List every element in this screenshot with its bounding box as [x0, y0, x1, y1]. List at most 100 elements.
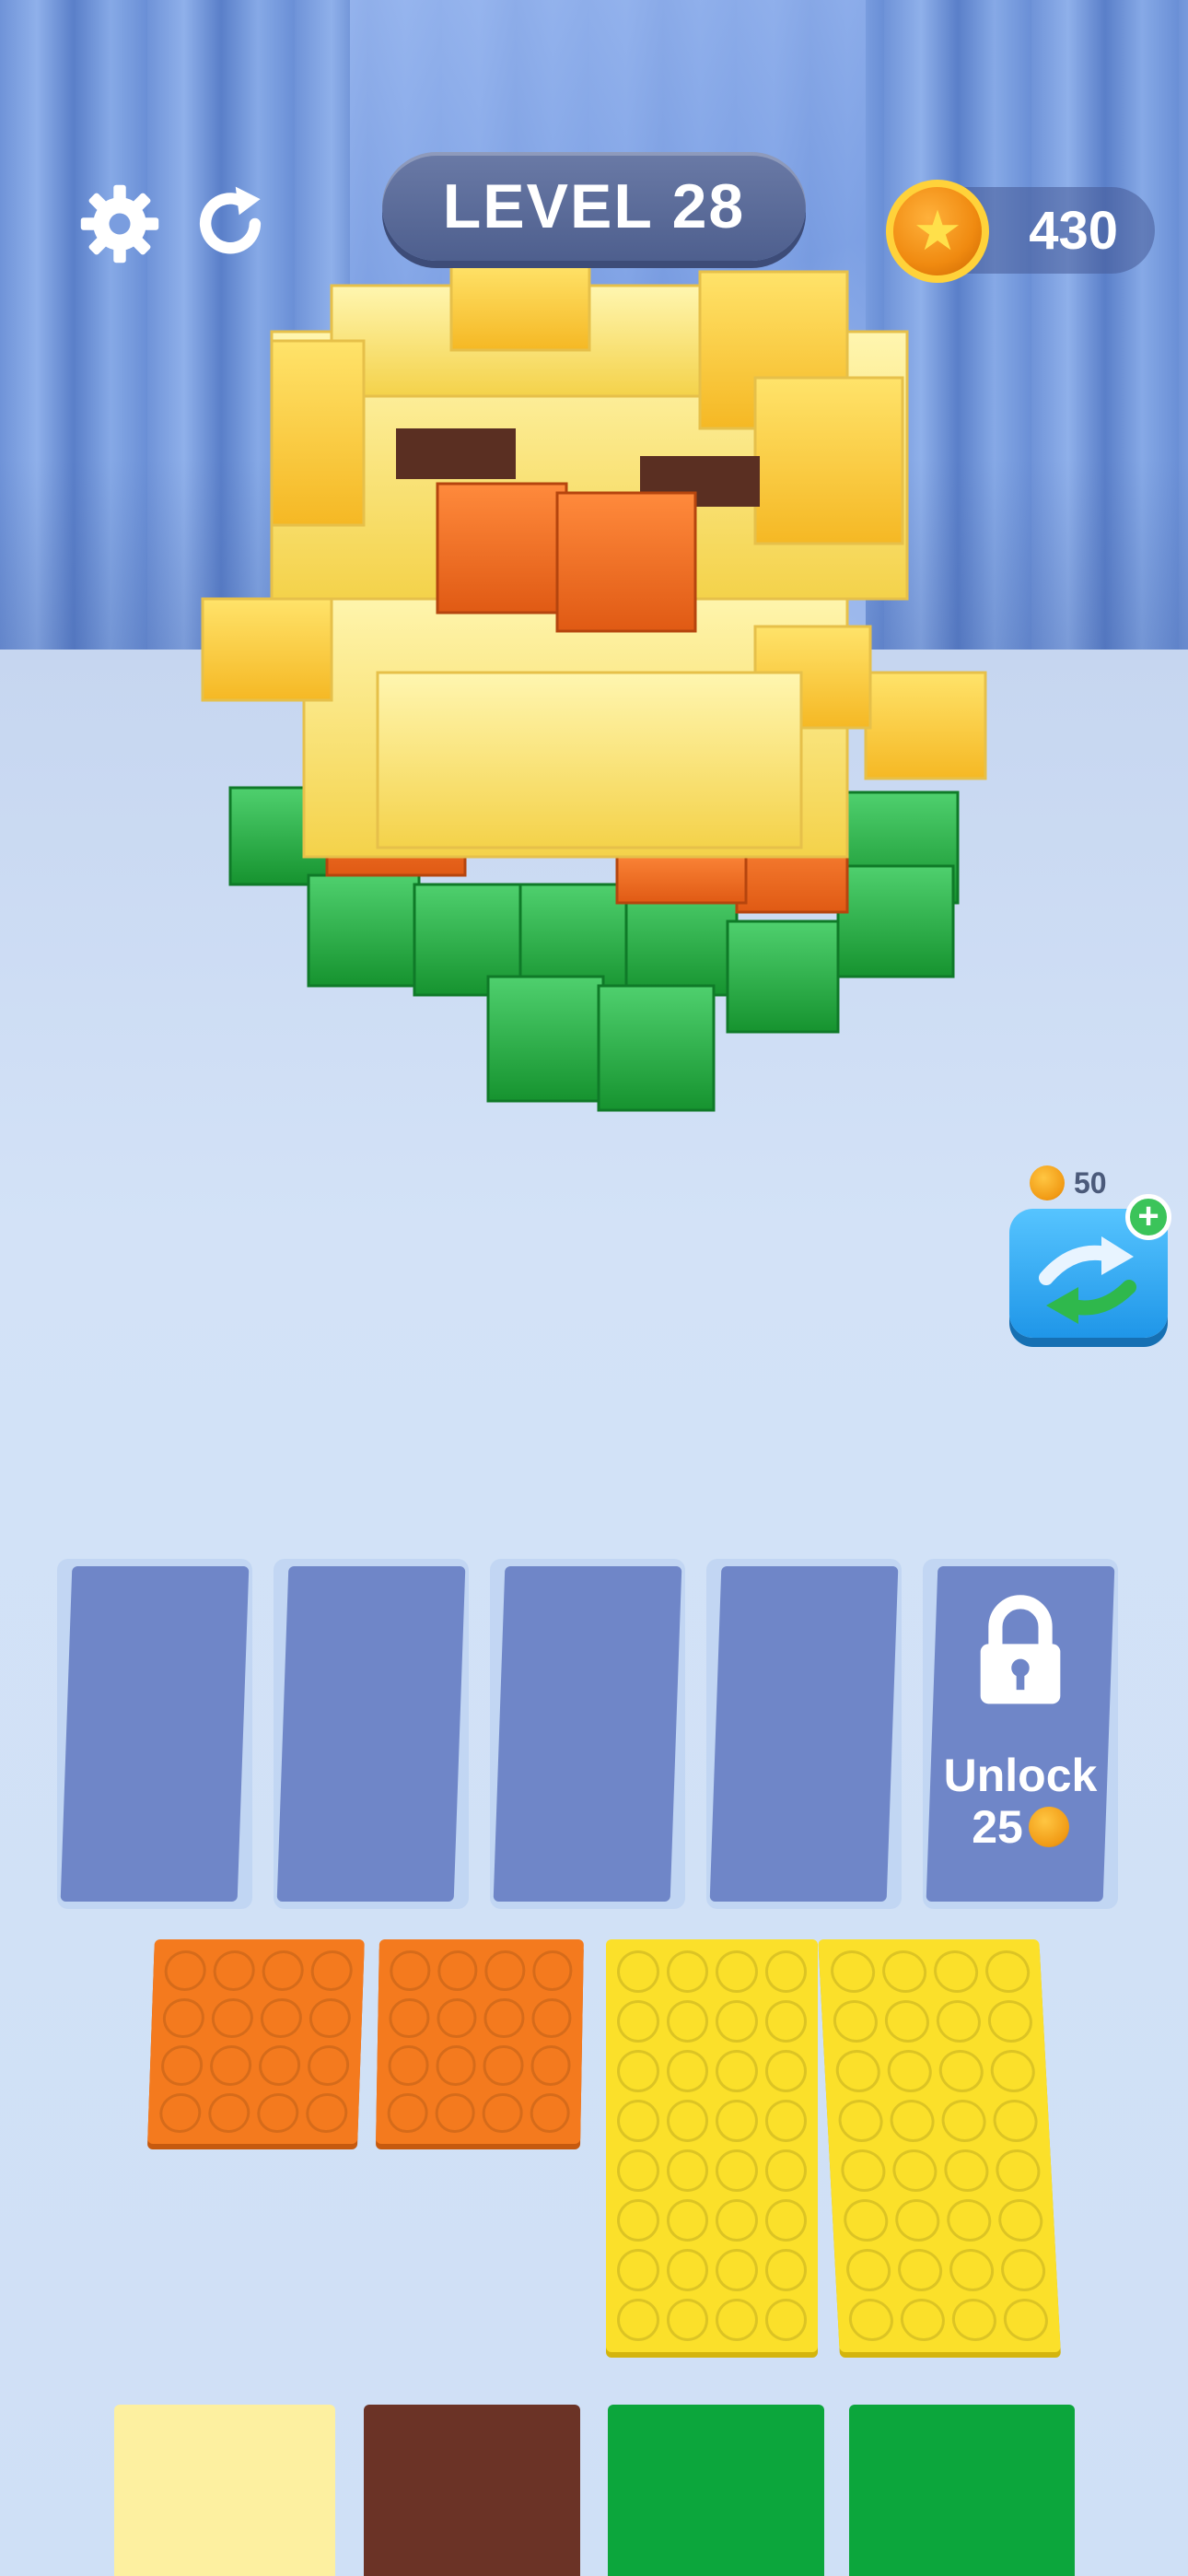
plate-stud — [209, 2045, 252, 2086]
plate-stud — [995, 2149, 1042, 2192]
restart-icon — [199, 186, 262, 254]
slot-2[interactable] — [274, 1559, 469, 1909]
plate-stud — [764, 2149, 807, 2192]
plate-stud — [160, 2045, 204, 2086]
plate-stud — [883, 2000, 931, 2043]
plate-stud — [886, 2050, 933, 2092]
plate-stud — [764, 1950, 807, 1993]
plate-stud — [764, 2050, 807, 2092]
plate-stud — [989, 2050, 1036, 2092]
unlock-cost: 25 — [923, 1800, 1118, 1854]
plate-stud — [617, 2000, 659, 2043]
plate-stud — [940, 2100, 987, 2142]
plate-stud — [389, 1950, 431, 1991]
plate-stud — [932, 1950, 980, 1993]
booster-cost: 50 — [1030, 1163, 1107, 1203]
plate-stud — [436, 1997, 477, 2038]
plate-stud — [307, 2045, 350, 2086]
plate-studs — [617, 1950, 807, 2341]
plate-stud — [666, 2199, 708, 2242]
green-plate-1[interactable] — [608, 2405, 824, 2576]
plate-stud — [163, 1950, 207, 1991]
plate-stud — [840, 2149, 887, 2192]
plate-stud — [764, 2299, 807, 2341]
plate-stud — [666, 2299, 708, 2341]
plate-stud — [158, 2092, 203, 2133]
plate-stud — [843, 2199, 890, 2242]
plate-stud — [716, 2050, 758, 2092]
plate-stud — [212, 1950, 256, 1991]
plate-stud — [666, 2249, 708, 2291]
plate-stud — [716, 2000, 758, 2043]
plate-stud — [716, 2199, 758, 2242]
plate-stud — [530, 1997, 572, 2038]
plate-stud — [847, 2299, 895, 2341]
green-plate-2[interactable] — [849, 2405, 1075, 2576]
plate-stud — [896, 2249, 944, 2291]
plate-stud — [666, 2000, 708, 2043]
plate-stud — [837, 2100, 884, 2142]
plate-stud — [666, 2149, 708, 2192]
restart-button[interactable] — [186, 180, 274, 268]
slot-3[interactable] — [490, 1559, 685, 1909]
plate-stud — [388, 2045, 429, 2086]
plate-stud — [309, 1950, 354, 1991]
plate-stud — [261, 1950, 305, 1991]
plate-stud — [1002, 2299, 1050, 2341]
brown-plate[interactable] — [364, 2405, 580, 2576]
plate-stud — [986, 2000, 1034, 2043]
plate-stud — [530, 2045, 571, 2086]
locked-slot[interactable]: Unlock 25 — [923, 1559, 1118, 1909]
plate-stud — [617, 2299, 659, 2341]
level-indicator: LEVEL 28 — [382, 152, 806, 261]
plate-stud — [894, 2199, 941, 2242]
slot-1[interactable] — [57, 1559, 252, 1909]
plate-stud — [531, 1950, 573, 1991]
plate-stud — [880, 1950, 928, 1993]
plate-stud — [162, 1997, 205, 2038]
plate-stud — [309, 1997, 352, 2038]
plate-stud — [482, 2092, 523, 2133]
orange-plate-1[interactable] — [147, 1939, 365, 2144]
plate-stud — [617, 2199, 659, 2242]
plate-stud — [844, 2249, 892, 2291]
game-scene: LEVEL 28 430 ★ 50 + Unlock 25 — [0, 0, 1188, 2576]
plate-studs — [387, 1950, 573, 2133]
plate-stud — [832, 2000, 879, 2043]
level-label: LEVEL 28 — [442, 171, 746, 241]
plate-stud — [716, 2149, 758, 2192]
unlock-label: Unlock — [943, 1750, 1098, 1801]
gear-icon — [80, 184, 159, 263]
plate-stud — [483, 1950, 526, 1991]
settings-button[interactable] — [76, 180, 164, 268]
plate-stud — [764, 2199, 807, 2242]
plate-stud — [617, 2050, 659, 2092]
plate-stud — [716, 1950, 758, 1993]
plate-stud — [992, 2100, 1039, 2142]
plate-stud — [716, 2100, 758, 2142]
duck-left-eye — [396, 428, 516, 479]
plus-icon[interactable]: + — [1125, 1194, 1171, 1240]
plate-stud — [260, 1997, 303, 2038]
yellow-plate-2[interactable] — [818, 1939, 1061, 2352]
plate-stud — [617, 1950, 659, 1993]
plate-stud — [387, 2092, 428, 2133]
plate-stud — [834, 2050, 881, 2092]
cream-plate[interactable] — [114, 2405, 335, 2576]
plate-stud — [617, 2100, 659, 2142]
brick-duck-model[interactable] — [184, 249, 1013, 1133]
plate-stud — [389, 1997, 430, 2038]
orange-plate-2[interactable] — [376, 1939, 584, 2144]
plate-stud — [258, 2045, 301, 2086]
plate-stud — [764, 2000, 807, 2043]
plate-stud — [764, 2100, 807, 2142]
plate-stud — [256, 2092, 300, 2133]
plate-stud — [935, 2000, 983, 2043]
plate-stud — [435, 2045, 476, 2086]
yellow-plate-1[interactable] — [606, 1939, 818, 2352]
slot-4[interactable] — [706, 1559, 902, 1909]
plate-stud — [666, 2050, 708, 2092]
plate-stud — [666, 2100, 708, 2142]
lock-icon — [980, 1595, 1061, 1704]
plate-stud — [997, 2199, 1044, 2242]
